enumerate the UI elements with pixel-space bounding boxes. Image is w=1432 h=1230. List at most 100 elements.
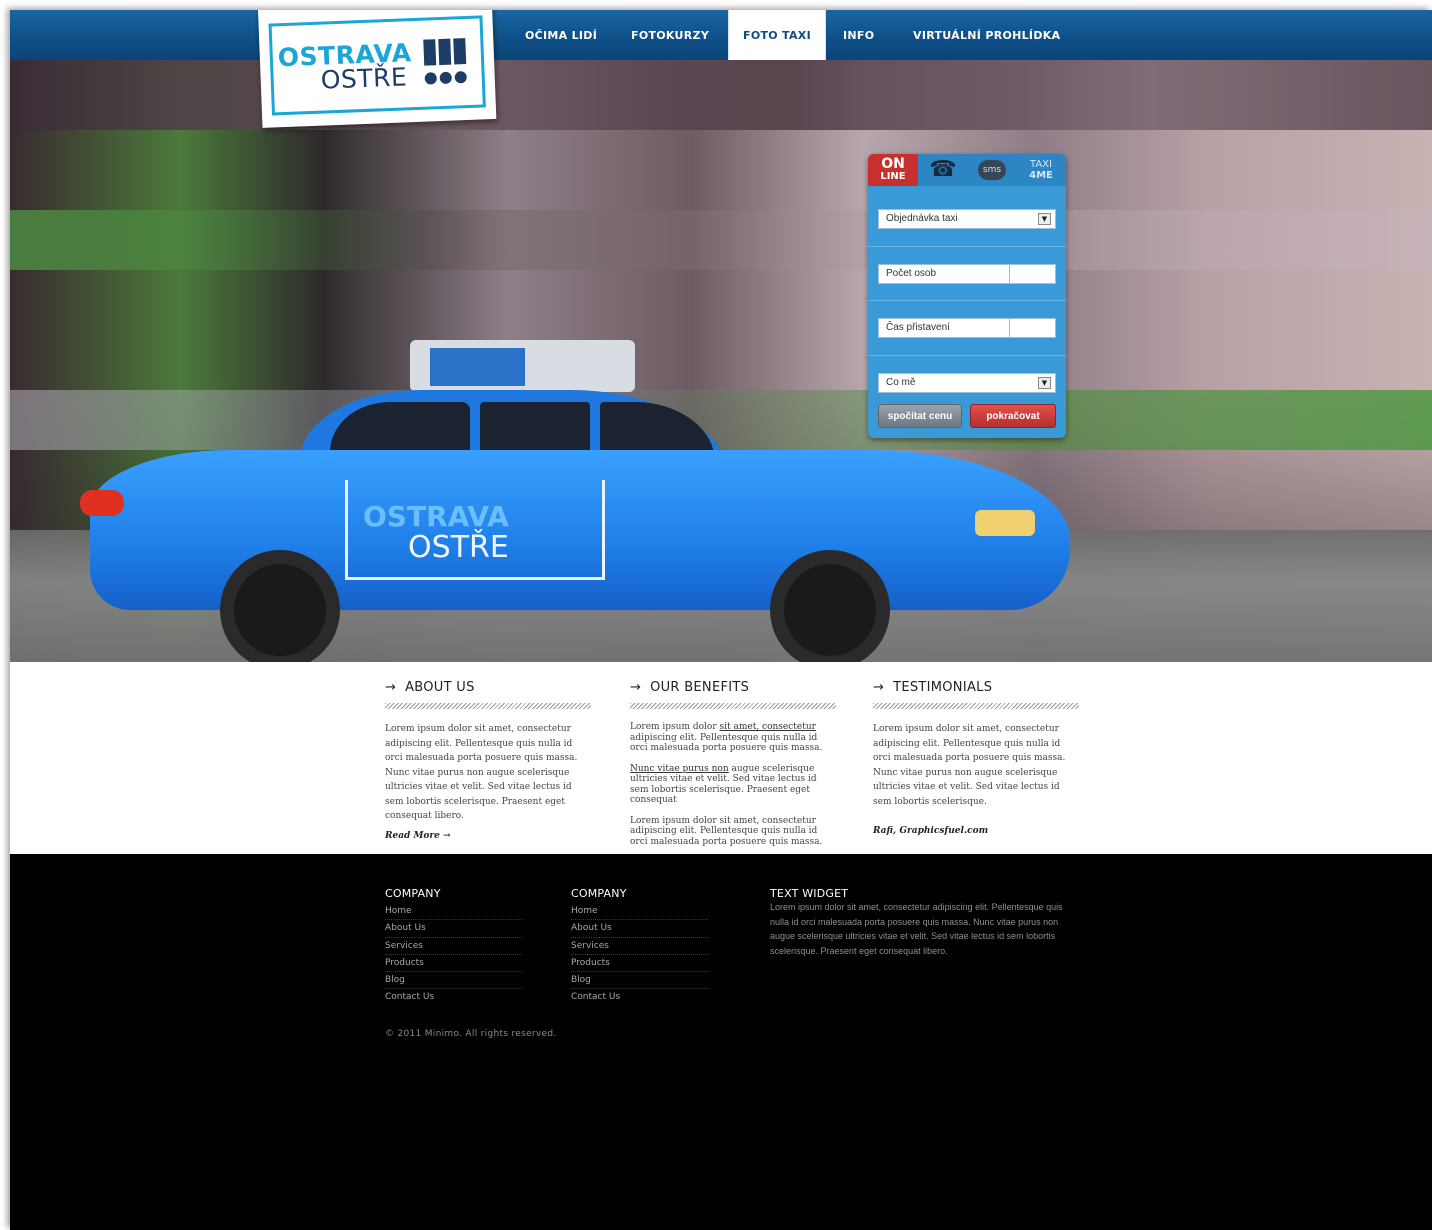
footer-column-heading: COMPANY xyxy=(571,887,627,900)
about-column: → ABOUT US Lorem ipsum dolor sit amet, c… xyxy=(385,680,591,841)
sms-bubble-icon: sms xyxy=(978,160,1006,180)
tab-taxi4me-line1: TAXI xyxy=(1030,159,1052,170)
about-heading: → ABOUT US xyxy=(385,680,591,698)
footer-link-services[interactable]: Services xyxy=(385,938,522,955)
page: OČIMA LIDÍ FOTOKURZY FOTO TAXI INFO VIRT… xyxy=(10,10,1432,1230)
text-widget-heading: TEXT WIDGET xyxy=(770,887,849,900)
benefits-paragraph-2: Nunc vitae purus non augue scelerisque u… xyxy=(630,764,836,806)
hero-image: OSTRAVA OSTŘE ON LINE ☎ sms TAXI 4ME Obj… xyxy=(10,60,1432,662)
footer-links-column-1: COMPANY Home About Us Services Products … xyxy=(385,887,522,1007)
footer-link-home[interactable]: Home xyxy=(385,903,522,921)
pickup-time-label: Čas přistavení xyxy=(886,322,950,333)
inline-link[interactable]: sit amet, consectetur xyxy=(720,722,816,732)
inline-link[interactable]: Nunc vitae purus non xyxy=(630,764,729,774)
nav-item-fotokurzy[interactable]: FOTOKURZY xyxy=(631,10,709,60)
chevron-down-icon[interactable]: ▼ xyxy=(1038,377,1051,389)
heading-hatch-divider xyxy=(630,703,836,709)
taxi-wheel xyxy=(770,550,890,662)
footer-link-products[interactable]: Products xyxy=(385,955,522,973)
tab-taxi4me-line2: 4ME xyxy=(1029,170,1053,181)
about-text: Lorem ipsum dolor sit amet, consectetur … xyxy=(385,724,578,821)
pickup-time-field[interactable]: Čas přistavení xyxy=(878,318,1056,338)
about-heading-text: ABOUT US xyxy=(405,680,475,695)
phone-icon: ☎ xyxy=(929,157,957,182)
footer-link-blog[interactable]: Blog xyxy=(385,972,522,990)
site-logo[interactable]: OSTRAVA OSTŘE xyxy=(258,10,497,128)
order-type-value: Objednávka taxi xyxy=(886,213,958,224)
taxi-headlight xyxy=(975,510,1035,536)
footer-link-home[interactable]: Home xyxy=(571,903,708,921)
logo-exclamation-dots xyxy=(424,68,470,89)
arrow-right-icon: → xyxy=(630,680,642,695)
taxi-decal-word-ostrava: OSTRAVA xyxy=(363,500,509,533)
nav-item-ocima-lidi[interactable]: OČIMA LIDÍ xyxy=(525,10,597,60)
benefits-heading: → OUR BENEFITS xyxy=(630,680,836,698)
footer-link-contact-us[interactable]: Contact Us xyxy=(571,989,708,1006)
booking-tabs: ON LINE ☎ sms TAXI 4ME xyxy=(868,154,1066,186)
testimonial-text: Lorem ipsum dolor sit amet, consectetur … xyxy=(873,724,1066,807)
tab-online-line2: LINE xyxy=(880,171,906,182)
footer-link-blog[interactable]: Blog xyxy=(571,972,708,990)
taxi-wheel xyxy=(220,550,340,662)
divider xyxy=(868,300,1066,301)
nav-item-virtualni-prohlidka[interactable]: VIRTUÁLNÍ PROHLÍDKA xyxy=(913,10,1060,60)
footer-links-column-2: COMPANY Home About Us Services Products … xyxy=(571,887,708,1007)
extras-select[interactable]: Co mě ▼ xyxy=(878,373,1056,393)
content-section: → ABOUT US Lorem ipsum dolor sit amet, c… xyxy=(10,662,1432,854)
copyright-text: © 2011 Minimo. All rights reserved. xyxy=(385,1029,557,1039)
benefits-column: → OUR BENEFITS Lorem ipsum dolor sit ame… xyxy=(630,680,836,857)
footer-link-list: Home About Us Services Products Blog Con… xyxy=(385,903,522,1007)
nav-item-foto-taxi[interactable]: FOTO TAXI xyxy=(728,10,826,60)
nav-item-info[interactable]: INFO xyxy=(843,10,874,60)
taxi-booking-widget: ON LINE ☎ sms TAXI 4ME Objednávka taxi ▼ xyxy=(868,154,1066,438)
benefits-paragraph-1: Lorem ipsum dolor sit amet, consectetur … xyxy=(630,722,836,754)
footer-link-services[interactable]: Services xyxy=(571,938,708,955)
arrow-right-icon: → xyxy=(873,680,885,695)
pickup-time-input[interactable] xyxy=(1009,319,1055,337)
taxi-tail-light xyxy=(80,490,124,516)
footer-link-contact-us[interactable]: Contact Us xyxy=(385,989,522,1006)
heading-hatch-divider xyxy=(385,703,591,709)
testimonials-heading-text: TESTIMONIALS xyxy=(893,680,993,695)
testimonials-heading: → TESTIMONIALS xyxy=(873,680,1079,698)
logo-exclamation-bars xyxy=(423,38,472,66)
text-span: adipiscing elit. Pellentesque quis nulla… xyxy=(630,732,823,754)
divider xyxy=(868,246,1066,247)
calculate-price-button[interactable]: spočítat cenu xyxy=(878,404,962,428)
testimonials-column: → TESTIMONIALS Lorem ipsum dolor sit ame… xyxy=(873,680,1079,836)
heading-hatch-divider xyxy=(873,703,1079,709)
benefits-heading-text: OUR BENEFITS xyxy=(650,680,750,695)
extras-value: Co mě xyxy=(886,377,916,388)
arrow-right-icon: → xyxy=(385,680,397,695)
top-navigation-bar: OČIMA LIDÍ FOTOKURZY FOTO TAXI INFO VIRT… xyxy=(10,10,1432,60)
logo-word-ostre: OSTŘE xyxy=(320,62,408,95)
tab-sms[interactable]: sms xyxy=(967,154,1017,186)
text-widget-body: Lorem ipsum dolor sit amet, consectetur … xyxy=(770,902,1063,956)
footer-link-products[interactable]: Products xyxy=(571,955,708,973)
footer-column-heading: COMPANY xyxy=(385,887,441,900)
footer-link-about-us[interactable]: About Us xyxy=(385,920,522,938)
benefits-paragraph-3: Lorem ipsum dolor sit amet, consectetur … xyxy=(630,815,823,847)
persons-field[interactable]: Počet osob xyxy=(878,264,1056,284)
chevron-down-icon[interactable]: ▼ xyxy=(1038,213,1051,225)
motion-blur-band xyxy=(10,60,1432,130)
persons-label: Počet osob xyxy=(886,268,937,279)
footer-link-about-us[interactable]: About Us xyxy=(571,920,708,938)
text-span: Lorem ipsum dolor xyxy=(630,722,720,732)
order-type-select[interactable]: Objednávka taxi ▼ xyxy=(878,209,1056,229)
tab-online[interactable]: ON LINE xyxy=(868,154,918,186)
testimonial-author: Rafi, Graphicsfuel.com xyxy=(873,826,989,836)
footer-link-list: Home About Us Services Products Blog Con… xyxy=(571,903,708,1007)
tab-online-line1: ON xyxy=(881,156,905,172)
persons-input[interactable] xyxy=(1009,265,1055,283)
continue-button[interactable]: pokračovat xyxy=(970,404,1056,428)
tab-phone[interactable]: ☎ xyxy=(918,154,968,186)
read-more-link[interactable]: Read More → xyxy=(385,831,591,841)
divider xyxy=(868,355,1066,356)
tab-taxi4me[interactable]: TAXI 4ME xyxy=(1016,154,1066,186)
motion-blur-band xyxy=(10,210,1432,270)
footer-text-widget: TEXT WIDGET Lorem ipsum dolor sit amet, … xyxy=(770,887,1080,958)
taxi-roof-sign xyxy=(410,340,635,392)
footer: COMPANY Home About Us Services Products … xyxy=(10,854,1432,1230)
taxi-decal-word-ostre: OSTŘE xyxy=(408,530,509,565)
